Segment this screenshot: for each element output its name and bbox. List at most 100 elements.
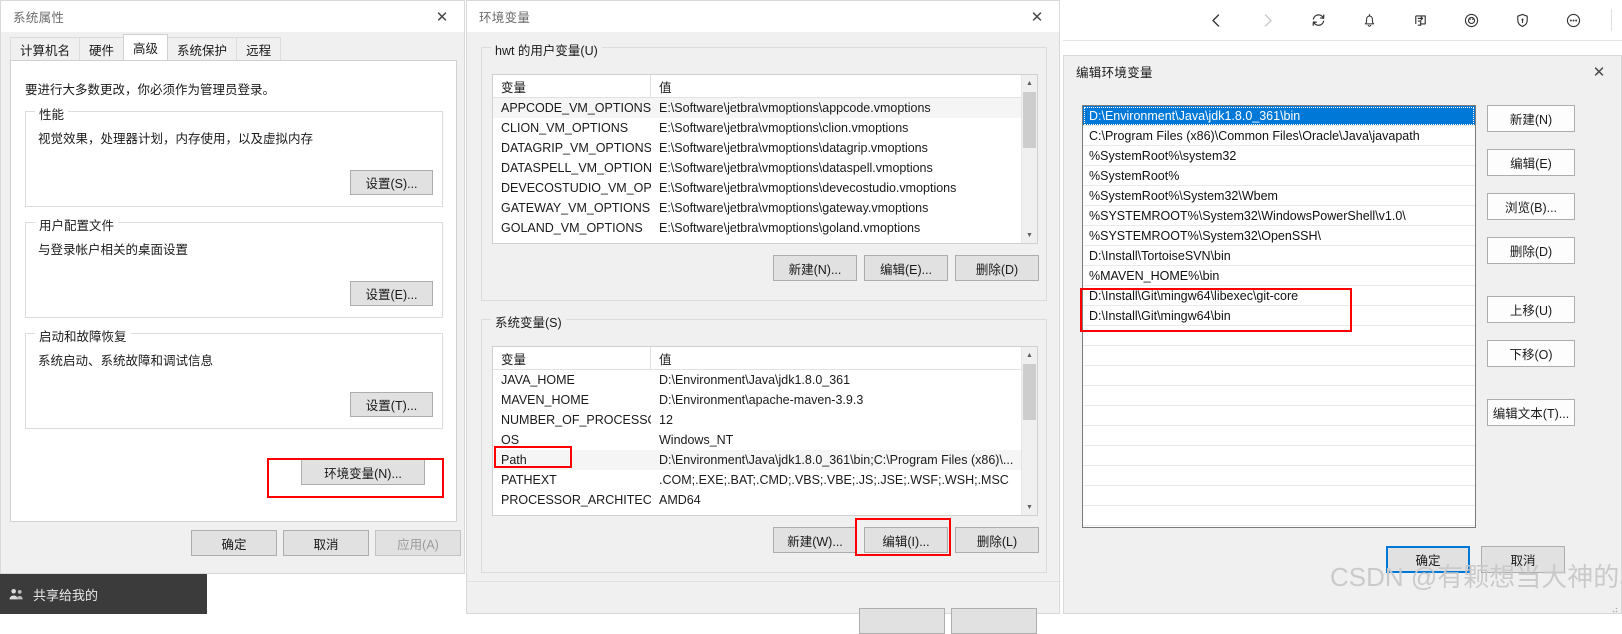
close-icon[interactable]: ✕ xyxy=(420,1,464,32)
performance-settings-button[interactable]: 设置(S)... xyxy=(350,170,433,195)
path-edit-button[interactable]: 编辑(E) xyxy=(1487,149,1575,176)
tab-advanced[interactable]: 高级 xyxy=(123,34,169,60)
list-item[interactable]: D:\Install\Git\mingw64\libexec\git-core xyxy=(1083,286,1475,306)
list-item-empty[interactable] xyxy=(1083,426,1475,446)
tab-remote[interactable]: 远程 xyxy=(236,37,282,60)
back-icon[interactable] xyxy=(1196,0,1236,40)
cell-variable: MAVEN_HOME xyxy=(501,393,589,407)
edit-environment-variable-window: 编辑环境变量 ✕ D:\Environment\Java\jdk1.8.0_36… xyxy=(1063,55,1622,614)
table-row[interactable]: APPCODE_VM_OPTIONS E:\Software\jetbra\vmo… xyxy=(493,98,1037,118)
path-move-up-button[interactable]: 上移(U) xyxy=(1487,296,1575,323)
environment-variables-button[interactable]: 环境变量(N)... xyxy=(301,459,425,485)
close-icon[interactable]: ✕ xyxy=(1015,1,1059,32)
user-edit-button[interactable]: 编辑(E)... xyxy=(864,255,948,281)
table-row[interactable]: MAVEN_HOME D:\Environment\apache-maven-3.… xyxy=(493,390,1037,410)
list-item[interactable]: %SystemRoot%\System32\Wbem xyxy=(1083,186,1475,206)
column-header-variable[interactable]: 变量 xyxy=(493,347,651,369)
column-header-value[interactable]: 值 xyxy=(651,75,1021,97)
table-row[interactable]: JAVA_HOME D:\Environment\Java\jdk1.8.0_36… xyxy=(493,370,1037,390)
system-delete-button[interactable]: 删除(L) xyxy=(955,527,1039,553)
cell-variable: PROCESSOR_ARCHITECT... xyxy=(501,493,651,507)
path-entries-list[interactable]: D:\Environment\Java\jdk1.8.0_361\bin C:\… xyxy=(1082,105,1476,528)
refresh-icon[interactable] xyxy=(1298,0,1338,40)
table-row[interactable]: GOLAND_VM_OPTIONS E:\Software\jetbra\vmop… xyxy=(493,218,1037,238)
ok-button[interactable]: 确定 xyxy=(191,530,277,556)
system-edit-button[interactable]: 编辑(I)... xyxy=(864,527,948,553)
tab-hardware[interactable]: 硬件 xyxy=(79,37,125,60)
cell-value: Windows_NT xyxy=(659,433,734,447)
table-row[interactable]: PATHEXT .COM;.EXE;.BAT;.CMD;.VBS;.VBE;.JS… xyxy=(493,470,1037,490)
user-profiles-settings-button[interactable]: 设置(E)... xyxy=(350,281,433,306)
scroll-down-icon[interactable]: ▼ xyxy=(1022,227,1037,243)
scroll-down-icon[interactable]: ▼ xyxy=(1022,499,1037,515)
people-shared-icon xyxy=(8,586,25,603)
system-variables-scrollbar[interactable]: ▲ ▼ xyxy=(1021,347,1037,515)
list-item-empty[interactable] xyxy=(1083,366,1475,386)
list-item-empty[interactable] xyxy=(1083,386,1475,406)
table-row[interactable]: GATEWAY_VM_OPTIONS E:\Software\jetbra\vmo… xyxy=(493,198,1037,218)
resize-grip-icon[interactable] xyxy=(1608,600,1618,613)
group-user-variables: hwt 的用户变量(U) 变量 值 APPCODE_VM_OPTIONS E:\S… xyxy=(481,40,1047,301)
list-item[interactable]: D:\Environment\Java\jdk1.8.0_361\bin xyxy=(1083,106,1475,126)
table-row[interactable]: NUMBER_OF_PROCESSORS 12 xyxy=(493,410,1037,430)
path-delete-button[interactable]: 删除(D) xyxy=(1487,237,1575,264)
startup-recovery-settings-button[interactable]: 设置(T)... xyxy=(350,392,433,417)
environment-variables-cancel-button[interactable] xyxy=(951,608,1037,634)
column-header-value[interactable]: 值 xyxy=(651,347,1021,369)
table-row-path[interactable]: Path D:\Environment\Java\jdk1.8.0_361\bin… xyxy=(493,450,1037,470)
shield-icon[interactable] xyxy=(1502,0,1542,40)
tab-system-protection[interactable]: 系统保护 xyxy=(167,37,238,60)
cell-variable: CLION_VM_OPTIONS xyxy=(501,121,629,135)
list-item-empty[interactable] xyxy=(1083,486,1475,506)
taskbar-shared-item[interactable]: 共享给我的 xyxy=(0,574,207,614)
system-new-button[interactable]: 新建(W)... xyxy=(773,527,857,553)
user-delete-button[interactable]: 删除(D) xyxy=(955,255,1039,281)
table-row[interactable]: CLION_VM_OPTIONS E:\Software\jetbra\vmopt… xyxy=(493,118,1037,138)
list-item[interactable]: %SystemRoot% xyxy=(1083,166,1475,186)
list-item-empty[interactable] xyxy=(1083,406,1475,426)
tab-computer-name[interactable]: 计算机名 xyxy=(10,37,81,60)
user-variables-scrollbar[interactable]: ▲ ▼ xyxy=(1021,75,1037,243)
list-item[interactable]: %SystemRoot%\system32 xyxy=(1083,146,1475,166)
scrollbar-thumb[interactable] xyxy=(1023,92,1036,148)
cell-value: E:\Software\jetbra\vmoptions\datagrip.vm… xyxy=(659,141,928,155)
list-item-empty[interactable] xyxy=(1083,346,1475,366)
cell-variable: NUMBER_OF_PROCESSORS xyxy=(501,413,651,427)
column-header-variable[interactable]: 变量 xyxy=(493,75,651,97)
path-move-down-button[interactable]: 下移(O) xyxy=(1487,340,1575,367)
list-item[interactable]: %SYSTEMROOT%\System32\OpenSSH\ xyxy=(1083,226,1475,246)
cancel-button[interactable]: 取消 xyxy=(283,530,369,556)
list-item[interactable]: D:\Install\TortoiseSVN\bin xyxy=(1083,246,1475,266)
table-row[interactable]: PROCESSOR_ARCHITECT... AMD64 xyxy=(493,490,1037,510)
user-new-button[interactable]: 新建(N)... xyxy=(773,255,857,281)
list-item-empty[interactable] xyxy=(1083,466,1475,486)
share-export-icon[interactable] xyxy=(1400,0,1440,40)
more-options-icon[interactable] xyxy=(1553,0,1593,40)
list-item[interactable]: D:\Install\Git\mingw64\bin xyxy=(1083,306,1475,326)
list-item-empty[interactable] xyxy=(1083,326,1475,346)
table-row[interactable]: DATASPELL_VM_OPTIONS E:\Software\jetbra\v… xyxy=(493,158,1037,178)
table-row[interactable]: DEVECOSTUDIO_VM_OPT... E:\Software\jetbra… xyxy=(493,178,1037,198)
path-browse-button[interactable]: 浏览(B)... xyxy=(1487,193,1575,220)
path-new-button[interactable]: 新建(N) xyxy=(1487,105,1575,132)
list-item-empty[interactable] xyxy=(1083,446,1475,466)
list-item[interactable]: C:\Program Files (x86)\Common Files\Orac… xyxy=(1083,126,1475,146)
list-item-empty[interactable] xyxy=(1083,506,1475,526)
scroll-up-icon[interactable]: ▲ xyxy=(1022,347,1037,363)
list-item[interactable]: %MAVEN_HOME%\bin xyxy=(1083,266,1475,286)
target-circle-icon[interactable] xyxy=(1451,0,1491,40)
forward-icon[interactable] xyxy=(1247,0,1287,40)
user-variables-list[interactable]: 变量 值 APPCODE_VM_OPTIONS E:\Software\jetbr… xyxy=(492,74,1038,244)
close-icon[interactable]: ✕ xyxy=(1577,56,1621,87)
scroll-up-icon[interactable]: ▲ xyxy=(1022,75,1037,91)
cell-variable: JAVA_HOME xyxy=(501,373,575,387)
cell-value: AMD64 xyxy=(659,493,701,507)
system-variables-list[interactable]: 变量 值 JAVA_HOME D:\Environment\Java\jdk1.8… xyxy=(492,346,1038,516)
environment-variables-ok-button[interactable] xyxy=(859,608,945,634)
table-row[interactable]: DATAGRIP_VM_OPTIONS E:\Software\jetbra\vm… xyxy=(493,138,1037,158)
list-item[interactable]: %SYSTEMROOT%\System32\WindowsPowerShell\… xyxy=(1083,206,1475,226)
path-edit-text-button[interactable]: 编辑文本(T)... xyxy=(1487,399,1575,426)
scrollbar-thumb[interactable] xyxy=(1023,364,1036,420)
table-row[interactable]: OS Windows_NT xyxy=(493,430,1037,450)
notification-bell-icon[interactable] xyxy=(1349,0,1389,40)
